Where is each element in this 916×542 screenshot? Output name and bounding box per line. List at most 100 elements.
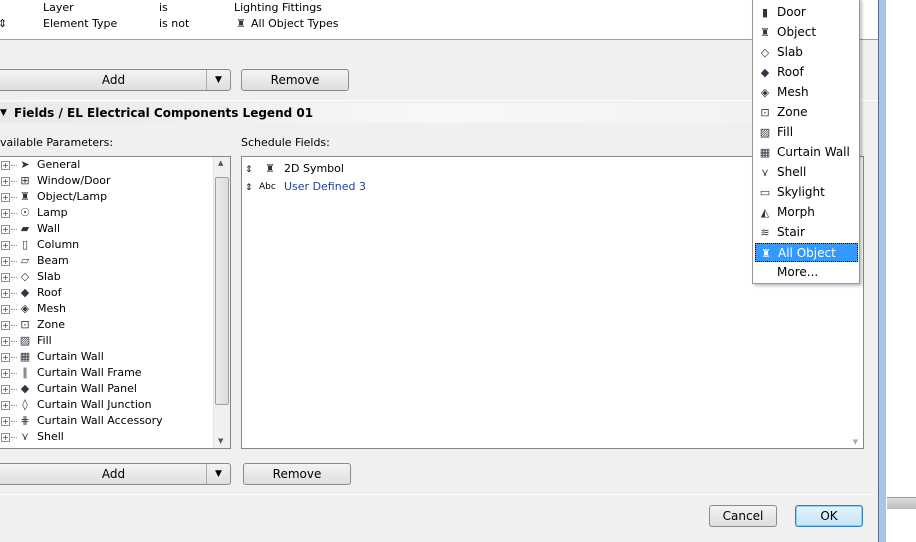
scroll-down-icon[interactable]: ▼: [853, 438, 858, 446]
ok-button[interactable]: OK: [795, 505, 863, 527]
expand-icon[interactable]: +: [1, 209, 10, 218]
schedule-field-row[interactable]: ⇕ Abc User Defined 3: [245, 179, 805, 195]
sort-arrows-icon[interactable]: ⇕: [245, 165, 253, 175]
menu-item[interactable]: ▨ Fill: [755, 123, 858, 142]
tree-line: [11, 293, 17, 294]
tree-line: [11, 357, 17, 358]
expand-icon[interactable]: +: [1, 289, 10, 298]
menu-item-label: Roof: [777, 65, 804, 79]
menu-item[interactable]: ◭ Morph: [755, 203, 858, 222]
tree-line: [11, 245, 17, 246]
expand-icon[interactable]: +: [1, 353, 10, 362]
tree-line: [11, 405, 17, 406]
expand-icon[interactable]: +: [1, 193, 10, 202]
fields-remove-button[interactable]: Remove: [243, 463, 351, 485]
menu-item[interactable]: ▭ Skylight: [755, 183, 858, 202]
tree-item-label: Curtain Wall: [37, 350, 104, 363]
criteria-list: Layer is Lighting Fittings ⇕ Element Typ…: [0, 0, 878, 40]
divider: [0, 494, 874, 495]
chevron-down-icon[interactable]: ▼: [206, 70, 230, 90]
expand-icon[interactable]: +: [1, 257, 10, 266]
expand-icon[interactable]: +: [1, 273, 10, 282]
scroll-up-icon[interactable]: ▲: [218, 159, 223, 167]
menu-item[interactable]: ◈ Mesh: [755, 83, 858, 102]
background-window-edge: [887, 497, 916, 509]
shell-icon: ⋎: [20, 430, 30, 443]
expand-icon[interactable]: +: [1, 177, 10, 186]
menu-item[interactable]: ◆ Roof: [755, 63, 858, 82]
collapse-triangle-icon[interactable]: ▼: [0, 103, 7, 123]
scrollbar[interactable]: ▲ ▼: [213, 157, 230, 448]
zone-icon: ⊡: [20, 318, 30, 331]
menu-item[interactable]: ⊡ Zone: [755, 103, 858, 122]
tree-item-label: Fill: [37, 334, 52, 347]
tree-line: [11, 197, 17, 198]
expand-icon[interactable]: +: [1, 241, 10, 250]
tree-item-label: Object/Lamp: [37, 190, 108, 203]
expand-icon[interactable]: +: [1, 321, 10, 330]
roof-icon: ◆: [760, 66, 770, 79]
morph-icon: ◭: [760, 206, 770, 219]
criteria-field: Element Type: [43, 17, 118, 30]
expand-icon[interactable]: +: [1, 337, 10, 346]
criteria-row[interactable]: Layer is Lighting Fittings: [0, 1, 400, 15]
fields-add-button[interactable]: Add ▼: [0, 463, 231, 485]
expand-icon[interactable]: +: [1, 161, 10, 170]
expand-icon[interactable]: +: [1, 401, 10, 410]
tree-item-label: Shell: [37, 430, 64, 443]
available-parameters-tree[interactable]: ▲ ▼ + ➤ General + ⊞ Window/Door + ♜ Object/Lamp +…: [0, 156, 231, 449]
tree-line: [11, 229, 17, 230]
scroll-down-icon[interactable]: ▼: [218, 437, 223, 445]
expand-icon[interactable]: +: [1, 385, 10, 394]
tree-item-label: Curtain Wall Accessory: [37, 414, 163, 427]
fields-section-header[interactable]: ▼ Fields / EL Electrical Components Lege…: [0, 103, 878, 123]
criteria-remove-button[interactable]: Remove: [241, 69, 349, 91]
element-type-dropdown-menu[interactable]: ▮ Door ♜ Object ◇ Slab ◆ Roof ◈ Mesh ⊡ Zone ▨ Fill ▦ Cu…: [752, 0, 860, 284]
expand-icon[interactable]: +: [1, 433, 10, 442]
menu-item[interactable]: ≋ Stair: [755, 223, 858, 242]
criteria-value: Lighting Fittings: [234, 1, 322, 14]
tree-item-label: Curtain Wall Panel: [37, 382, 137, 395]
tree-line: [11, 389, 17, 390]
expand-icon[interactable]: +: [1, 225, 10, 234]
lamp-icon: ☉: [20, 206, 30, 219]
cancel-button[interactable]: Cancel: [709, 505, 777, 527]
menu-item[interactable]: ⋎ Shell: [755, 163, 858, 182]
sort-arrows-icon[interactable]: ⇕: [245, 183, 253, 193]
mesh-icon: ◈: [20, 302, 30, 315]
menu-item[interactable]: ▦ Curtain Wall: [755, 143, 858, 162]
menu-item[interactable]: ◇ Slab: [755, 43, 858, 62]
menu-item[interactable]: More...: [755, 263, 858, 282]
criteria-add-button[interactable]: Add ▼: [0, 69, 231, 91]
tree-item-label: Wall: [37, 222, 61, 235]
expand-icon[interactable]: +: [1, 369, 10, 378]
section-title: Fields / EL Electrical Components Legend…: [14, 106, 314, 120]
available-parameters-label: vailable Parameters:: [0, 136, 114, 149]
fill-icon: ▨: [19, 334, 31, 347]
tree-line: [11, 277, 17, 278]
menu-item[interactable]: ♜ Object: [755, 23, 858, 42]
sort-arrows-icon[interactable]: ⇕: [0, 17, 7, 31]
scroll-thumb[interactable]: [215, 177, 229, 405]
zone-icon: ⊡: [760, 106, 770, 119]
curtain-wall-icon: ▦: [19, 350, 31, 363]
mesh-icon: ◈: [760, 86, 770, 99]
cw-panel-icon: ◆: [20, 382, 30, 395]
wall-icon: ▰: [20, 222, 30, 235]
menu-item-label: Object: [777, 25, 817, 39]
schedule-field-row[interactable]: ⇕ ♜ 2D Symbol: [245, 161, 805, 177]
expand-icon[interactable]: +: [1, 305, 10, 314]
menu-item-label: Shell: [777, 165, 807, 179]
tree-line: [11, 437, 17, 438]
stair-icon: ≋: [760, 226, 770, 239]
menu-item-label: Morph: [777, 205, 815, 219]
chevron-down-icon[interactable]: ▼: [206, 464, 230, 484]
criteria-op: is: [159, 1, 168, 14]
tree-item-label: Slab: [37, 270, 61, 283]
criteria-value[interactable]: All Object Types: [251, 17, 338, 31]
add-label: Add: [101, 73, 126, 87]
expand-icon[interactable]: +: [1, 417, 10, 426]
criteria-row[interactable]: ⇕ Element Type is not ♜ All Object Types: [0, 17, 400, 31]
menu-item[interactable]: ♜ All Object Types: [755, 243, 858, 279]
menu-item[interactable]: ▮ Door: [755, 3, 858, 22]
